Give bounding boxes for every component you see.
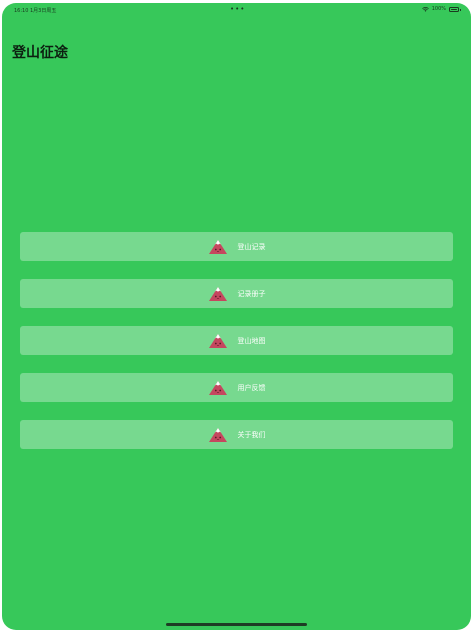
menu-item-about-us[interactable]: 关于我们	[20, 420, 453, 449]
home-indicator[interactable]	[166, 623, 307, 626]
menu-item-label: 记录册子	[237, 289, 266, 298]
menu-item-label: 用户反馈	[237, 383, 266, 392]
page-title: 登山征途	[12, 45, 68, 61]
status-time: 16:10 1月3日周五	[14, 8, 57, 14]
mountain-icon	[208, 428, 227, 442]
wifi-icon	[421, 6, 429, 12]
app-screen: 16:10 1月3日周五 ••• 100% 登山征途 登山记录 记录册子 登山地…	[2, 3, 471, 630]
menu-item-record-book[interactable]: 记录册子	[20, 279, 453, 308]
mountain-icon	[208, 240, 227, 254]
menu-item-label: 关于我们	[237, 430, 266, 439]
mountain-icon	[208, 287, 227, 301]
mountain-icon	[208, 334, 227, 348]
menu-item-climb-records[interactable]: 登山记录	[20, 232, 453, 261]
main-menu: 登山记录 记录册子 登山地图 用户反馈 关于我们	[20, 232, 453, 467]
menu-item-label: 登山记录	[237, 242, 266, 251]
menu-item-user-feedback[interactable]: 用户反馈	[20, 373, 453, 402]
battery-percent: 100%	[431, 6, 446, 12]
battery-icon	[449, 6, 461, 12]
menu-item-climb-map[interactable]: 登山地图	[20, 326, 453, 355]
menu-item-label: 登山地图	[237, 336, 266, 345]
mountain-icon	[208, 381, 227, 395]
status-bar: 16:10 1月3日周五 ••• 100%	[2, 3, 471, 17]
status-right: 100%	[421, 6, 461, 12]
multitask-dots[interactable]: •••	[230, 5, 245, 13]
